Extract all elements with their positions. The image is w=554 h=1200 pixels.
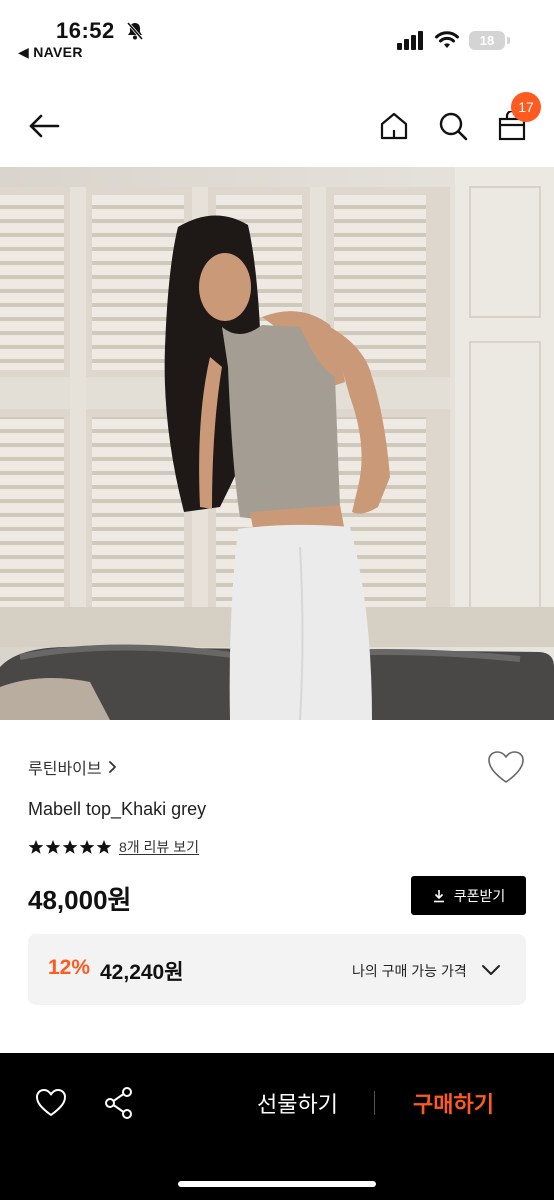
coupon-label: 쿠폰받기 [453,887,506,904]
product-image[interactable] [0,167,554,720]
reviews-link[interactable]: 8개 리뷰 보기 [119,837,199,857]
home-icon [380,112,408,140]
chevron-down-icon [482,965,500,975]
bell-slash-icon [126,22,144,40]
bottom-action-bar: 선물하기 구매하기 [0,1053,554,1200]
search-icon [439,112,468,141]
home-button[interactable] [372,104,416,148]
star-icon [28,840,44,854]
brand-name: 루틴바이브 [28,761,102,778]
wishlist-button[interactable] [486,748,526,788]
rating-stars [28,839,112,855]
cart-count-badge: 17 [511,92,541,122]
home-indicator [178,1181,376,1187]
star-icon [96,840,112,854]
discount-price-box[interactable]: 12% 42,240원 나의 구매 가능 가격 [28,934,526,1005]
heart-icon [36,1089,66,1116]
cart-count: 17 [518,99,534,115]
back-arrow-icon [29,114,60,138]
coupon-button[interactable]: 쿠폰받기 [411,876,526,915]
buy-button[interactable]: 구매하기 [386,1083,521,1123]
back-to-naver-link[interactable]: ◀ NAVER [18,44,83,61]
rating-row: 8개 리뷰 보기 [28,837,199,857]
heart-icon [488,751,524,783]
product-price: 48,000원 [28,885,132,915]
wifi-icon [435,31,459,48]
signal-icon [397,31,423,50]
discount-label: 나의 구매 가능 가격 [352,963,467,979]
star-icon [62,840,78,854]
brand-link[interactable]: 루틴바이브 [28,755,118,779]
battery-icon: 18 [469,31,505,50]
battery-tip [507,37,510,44]
product-photo [0,167,554,720]
status-bar: 16:52 ◀ NAVER 18 [0,0,554,68]
back-button[interactable] [22,104,66,148]
share-button[interactable] [99,1083,139,1123]
product-name: Mabell top_Khaki grey [28,799,207,819]
bottom-wishlist-button[interactable] [31,1083,71,1123]
share-icon [105,1087,132,1119]
status-time: 16:52 [56,18,115,43]
chevron-right-icon [108,761,116,773]
battery-level: 18 [479,33,495,48]
discount-percent: 12% [48,956,91,979]
gift-button[interactable]: 선물하기 [230,1083,365,1123]
discount-price: 42,240원 [100,961,184,984]
star-icon [79,840,95,854]
app-header [0,88,554,166]
search-button[interactable] [431,104,475,148]
star-icon [45,840,61,854]
bottom-divider [374,1091,375,1115]
download-icon [433,889,444,902]
